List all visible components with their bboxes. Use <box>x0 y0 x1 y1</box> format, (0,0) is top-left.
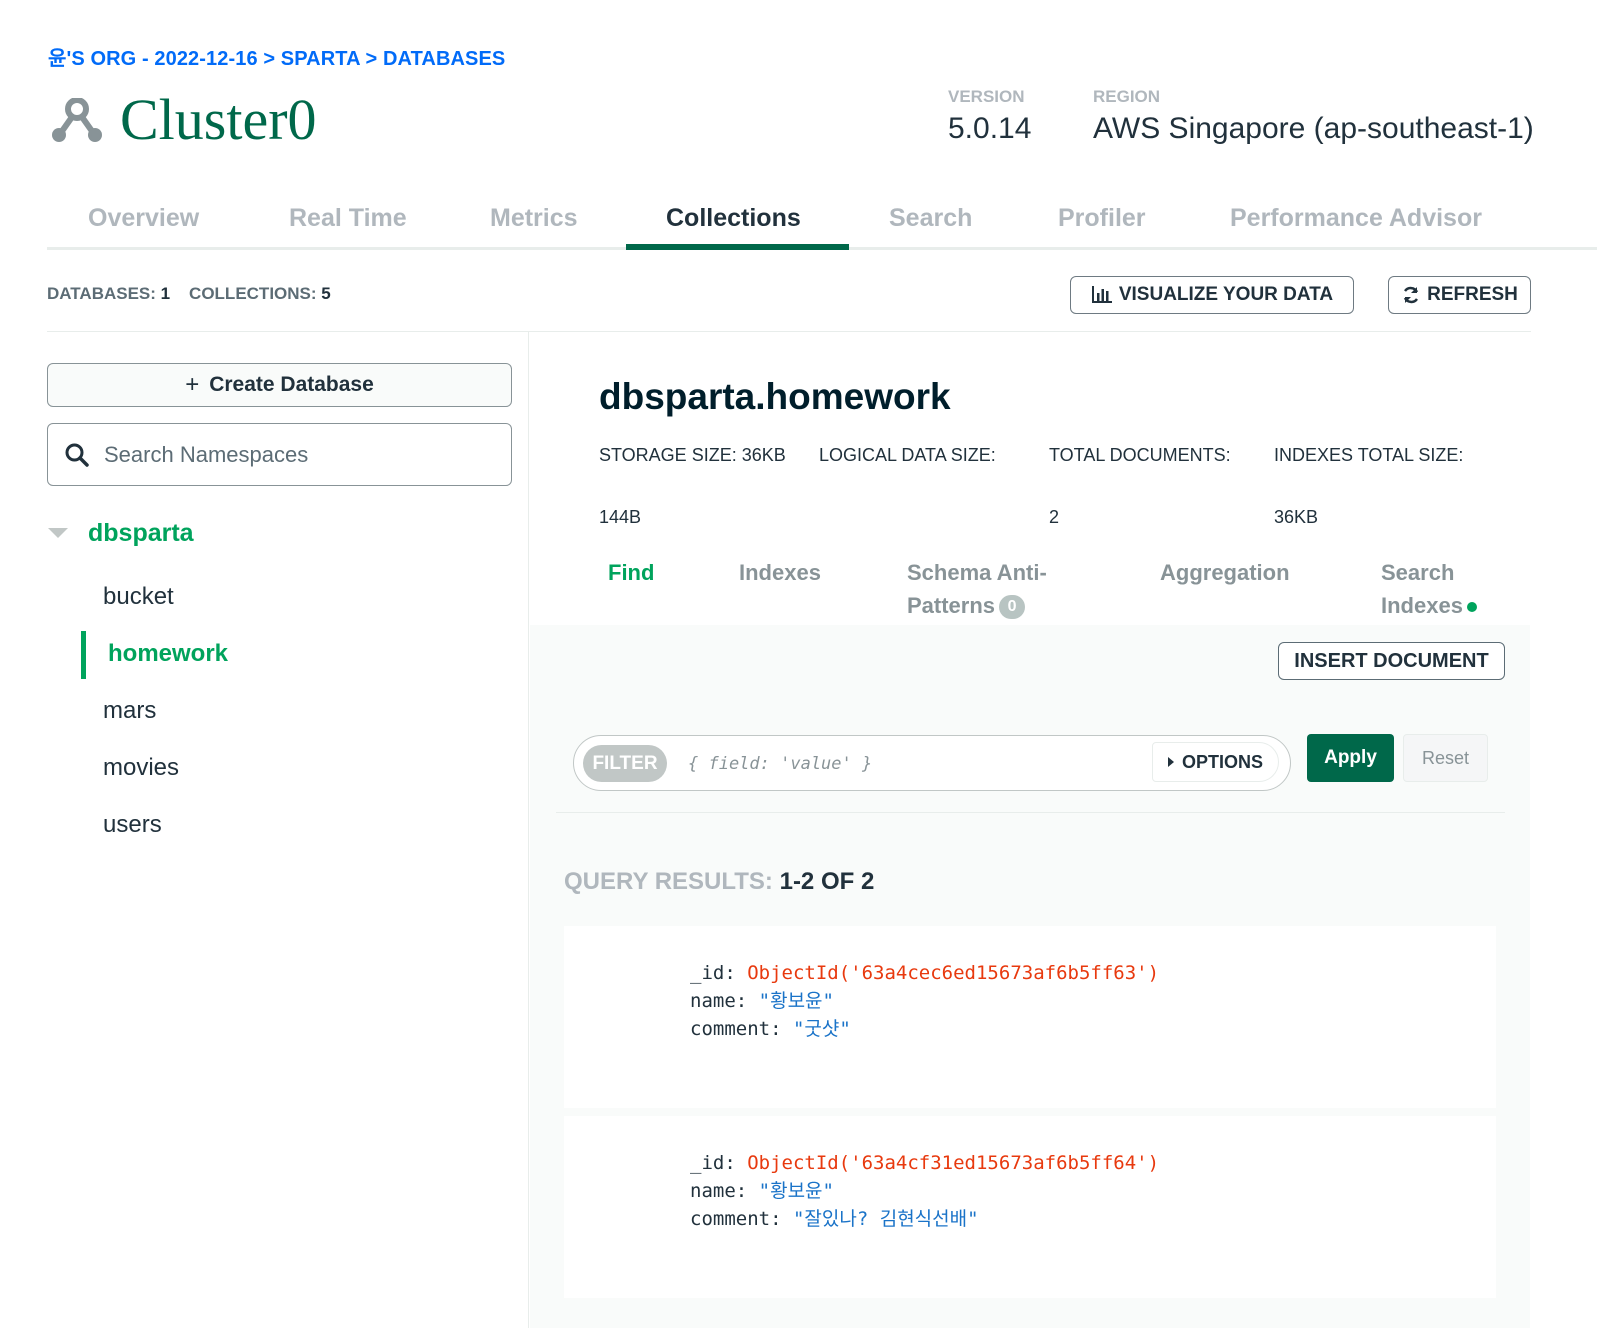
document-fields: _id: ObjectId('63a4cf31ed15673af6b5ff64'… <box>690 1149 1159 1233</box>
create-database-button[interactable]: + Create Database <box>47 363 512 407</box>
cluster-icon <box>52 98 102 142</box>
region-label: REGION <box>1093 87 1161 106</box>
total-documents-label: TOTAL DOCUMENTS: <box>1049 445 1231 465</box>
sidebar-item-movies[interactable]: movies <box>103 754 179 782</box>
field-value-string: "황보윤" <box>758 990 834 1012</box>
field-key: comment: <box>690 1208 782 1230</box>
sidebar-item-homework[interactable]: homework <box>108 640 228 668</box>
bar-chart-icon <box>1091 286 1112 303</box>
tab-profiler[interactable]: Profiler <box>1058 196 1146 250</box>
indexes-size-label: INDEXES TOTAL SIZE: <box>1274 445 1464 465</box>
cluster-tabs: Overview Real Time Metrics Collections S… <box>47 196 1597 250</box>
storage-size-value: 36KB <box>741 445 786 465</box>
subtab-search-indexes[interactable]: Search Indexes <box>1381 556 1477 622</box>
region-value: AWS Singapore (ap-southeast-1) <box>1093 112 1534 145</box>
logical-size-value: 144B <box>599 507 642 527</box>
subtab-aggregation[interactable]: Aggregation <box>1160 556 1290 589</box>
tab-overview[interactable]: Overview <box>88 196 199 250</box>
breadcrumb[interactable]: 윤'S ORG - 2022-12-16 > SPARTA > DATABASE… <box>48 42 505 71</box>
sidebar-divider <box>528 331 529 1328</box>
divider <box>556 812 1505 813</box>
logical-size-label: LOGICAL DATA SIZE: <box>819 445 996 465</box>
sidebar-database-dbsparta[interactable]: dbsparta <box>88 519 194 548</box>
subtab-schema-label: Patterns <box>907 593 996 618</box>
subtab-schema-line1: Schema Anti- <box>907 560 1047 585</box>
field-value-string: "잘있나? 김현식선배" <box>792 1208 979 1230</box>
subtab-find[interactable]: Find <box>608 556 654 589</box>
plus-icon: + <box>185 371 200 398</box>
version-label: VERSION <box>948 87 1025 106</box>
search-icon <box>65 443 89 467</box>
tab-collections[interactable]: Collections <box>666 196 801 250</box>
create-database-label: Create Database <box>209 373 374 396</box>
subtab-search-line2: Indexes <box>1381 589 1477 622</box>
status-dot-icon <box>1466 602 1477 613</box>
cluster-name: Cluster0 <box>120 87 317 152</box>
db-stats: DATABASES: 1 COLLECTIONS: 5 <box>47 284 331 304</box>
query-results-count: 1-2 OF 2 <box>779 868 875 895</box>
filter-tag: FILTER <box>583 745 667 782</box>
collections-count: 5 <box>321 284 331 303</box>
field-value-string: "굿샷" <box>792 1018 851 1040</box>
query-results-label: QUERY RESULTS: <box>564 868 773 895</box>
refresh-icon <box>1403 286 1419 304</box>
active-collection-indicator <box>81 631 86 679</box>
subtab-schema-line2: Patterns 0 <box>907 589 1047 622</box>
subtab-indexes[interactable]: Indexes <box>739 556 821 589</box>
total-documents-value: 2 <box>1049 507 1060 527</box>
sidebar-item-mars[interactable]: mars <box>103 697 156 725</box>
subtab-schema-anti-patterns[interactable]: Schema Anti- Patterns 0 <box>907 556 1047 622</box>
field-key: _id: <box>690 962 736 984</box>
storage-size-stat: STORAGE SIZE: 36KB <box>599 445 786 466</box>
refresh-button[interactable]: REFRESH <box>1388 276 1531 314</box>
sidebar-item-users[interactable]: users <box>103 811 162 839</box>
options-label: OPTIONS <box>1181 751 1263 772</box>
storage-size-label: STORAGE SIZE: <box>599 445 737 465</box>
tab-performance-advisor[interactable]: Performance Advisor <box>1230 196 1482 250</box>
active-tab-indicator <box>626 244 849 250</box>
filter-input[interactable] <box>688 748 1138 780</box>
tab-metrics[interactable]: Metrics <box>490 196 578 250</box>
namespace-title: dbsparta.homework <box>599 376 951 417</box>
tab-search[interactable]: Search <box>889 196 972 250</box>
divider <box>47 331 1531 332</box>
document-card[interactable]: _id: ObjectId('63a4cec6ed15673af6b5ff63'… <box>564 926 1496 1108</box>
databases-label: DATABASES: <box>47 284 156 303</box>
databases-count: 1 <box>160 284 171 303</box>
subtab-search-line1: Search <box>1381 560 1455 585</box>
field-value-string: "황보윤" <box>758 1180 834 1202</box>
document-card[interactable]: _id: ObjectId('63a4cf31ed15673af6b5ff64'… <box>564 1116 1496 1298</box>
field-value-objectid: ObjectId('63a4cec6ed15673af6b5ff63') <box>747 962 1160 984</box>
field-key: name: <box>690 990 748 1012</box>
caret-down-icon[interactable] <box>48 528 68 538</box>
field-key: comment: <box>690 1018 782 1040</box>
caret-right-icon <box>1167 757 1174 767</box>
subtab-search-label: Indexes <box>1381 593 1463 618</box>
apply-button[interactable]: Apply <box>1307 734 1394 782</box>
visualize-data-label: VISUALIZE YOUR DATA <box>1118 284 1334 305</box>
refresh-label: REFRESH <box>1427 284 1518 305</box>
reset-button[interactable]: Reset <box>1403 734 1488 782</box>
options-button[interactable]: OPTIONS <box>1152 742 1279 782</box>
search-namespaces-input[interactable] <box>104 441 484 468</box>
indexes-size-value: 36KB <box>1274 507 1319 527</box>
search-namespaces <box>47 423 512 486</box>
collections-label: COLLECTIONS: <box>189 284 317 303</box>
document-fields: _id: ObjectId('63a4cec6ed15673af6b5ff63'… <box>690 959 1159 1043</box>
query-results: QUERY RESULTS: 1-2 OF 2 <box>564 868 874 896</box>
visualize-data-button[interactable]: VISUALIZE YOUR DATA <box>1070 276 1354 314</box>
insert-document-button[interactable]: INSERT DOCUMENT <box>1278 642 1505 680</box>
field-value-objectid: ObjectId('63a4cf31ed15673af6b5ff64') <box>747 1152 1160 1174</box>
version-value: 5.0.14 <box>948 112 1032 145</box>
sidebar-item-bucket[interactable]: bucket <box>103 583 174 611</box>
schema-count-badge: 0 <box>999 595 1026 620</box>
tab-real-time[interactable]: Real Time <box>289 196 407 250</box>
field-key: name: <box>690 1180 748 1202</box>
field-key: _id: <box>690 1152 736 1174</box>
